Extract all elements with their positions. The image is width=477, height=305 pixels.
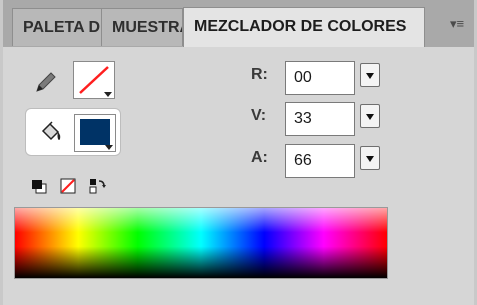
no-color-icon[interactable] — [59, 178, 77, 194]
panel-menu-icon[interactable]: ▾≡ — [447, 17, 467, 31]
tab-label: PALETA DE COLORES — [23, 19, 101, 36]
green-input[interactable]: 33 — [285, 102, 355, 136]
swap-colors-icon[interactable] — [89, 178, 107, 194]
shade-gradient — [15, 208, 387, 278]
fill-color-group — [25, 108, 121, 156]
red-input[interactable]: 00 — [285, 61, 355, 95]
blue-dropdown-button[interactable] — [360, 146, 380, 170]
tab-color-palette[interactable]: PALETA DE COLORES — [12, 8, 102, 46]
color-mixer-panel: PALETA DE COLORES MUESTRAS MEZCLADOR DE … — [0, 0, 477, 305]
tab-swatches[interactable]: MUESTRAS — [101, 8, 183, 46]
pencil-icon[interactable] — [33, 69, 59, 95]
tab-color-mixer[interactable]: MEZCLADOR DE COLORES — [183, 7, 425, 47]
color-spectrum[interactable] — [14, 207, 388, 279]
paint-bucket-icon[interactable] — [38, 119, 64, 145]
red-dropdown-button[interactable] — [360, 63, 380, 87]
fill-color-chip — [80, 119, 110, 145]
chevron-down-icon — [105, 145, 113, 150]
stroke-color-swatch[interactable] — [73, 61, 115, 99]
green-label: V: — [251, 107, 267, 124]
green-dropdown-button[interactable] — [360, 104, 380, 128]
panel-tab-bar: PALETA DE COLORES MUESTRAS MEZCLADOR DE … — [0, 0, 477, 48]
tab-label: MUESTRAS — [112, 19, 182, 36]
mixer-content: R: 00 V: 33 A: 66 — [3, 47, 474, 305]
black-white-icon[interactable] — [30, 178, 48, 194]
tab-label: MEZCLADOR DE COLORES — [194, 18, 407, 35]
blue-input[interactable]: 66 — [285, 144, 355, 178]
chevron-down-icon — [104, 92, 112, 97]
blue-label: A: — [251, 149, 268, 166]
red-label: R: — [251, 66, 268, 83]
fill-color-swatch[interactable] — [74, 114, 116, 152]
